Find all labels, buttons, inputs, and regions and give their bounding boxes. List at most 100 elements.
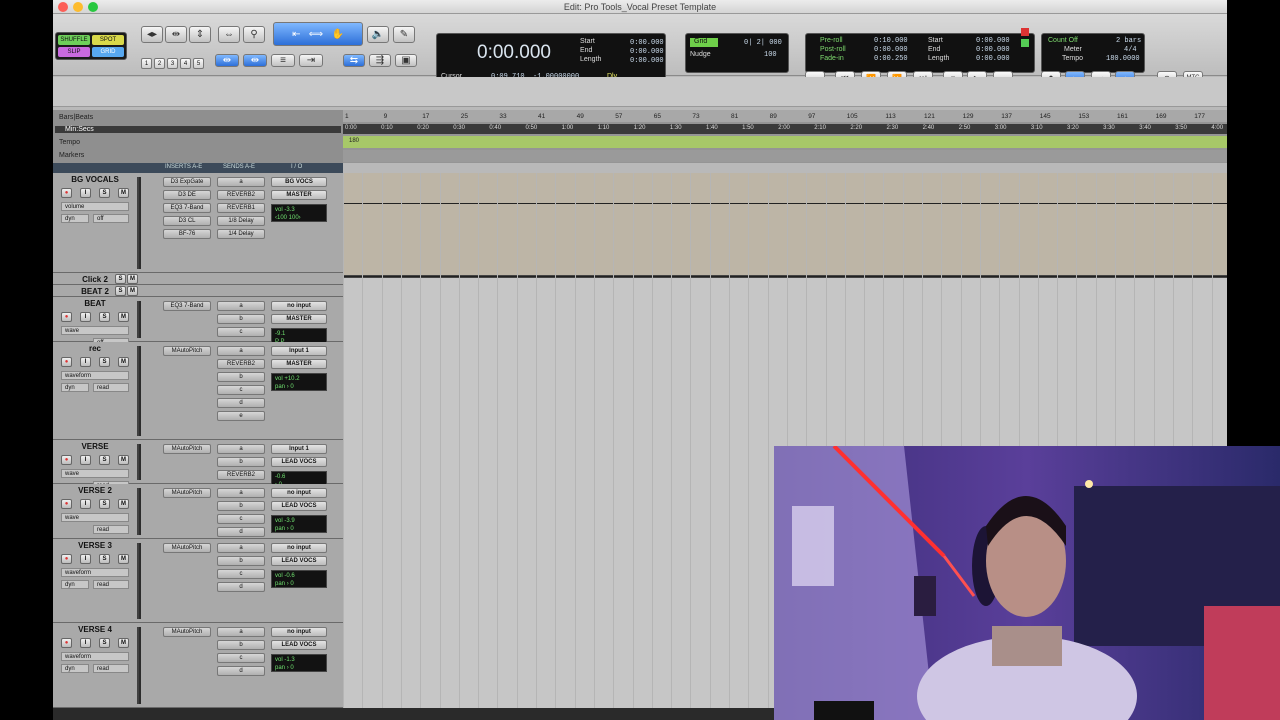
volume-pan-display[interactable]: vol -3.9 pan › 0 bbox=[271, 515, 327, 533]
volume-pan-display[interactable]: vol -0.6 pan › 0 bbox=[271, 570, 327, 588]
mute-button[interactable]: M bbox=[118, 499, 129, 509]
pan-value[interactable]: › 0 bbox=[287, 526, 294, 532]
slip-mode-button[interactable]: SLIP bbox=[58, 47, 90, 57]
dyn-selector[interactable]: dyn bbox=[61, 214, 89, 223]
send-slot[interactable]: c bbox=[217, 514, 265, 524]
grid-label[interactable]: Grid bbox=[690, 38, 718, 47]
zoom-toggle-icon[interactable]: ⇔ bbox=[218, 26, 240, 43]
volume-value[interactable]: -1.3 bbox=[284, 657, 294, 663]
send-slot[interactable]: b bbox=[217, 501, 265, 511]
solo-button[interactable]: S bbox=[99, 357, 110, 367]
min-secs-ruler[interactable]: 0:00 0:10 0:20 0:30 0:40 0:50 1:00 1:10 1:20 1:30… bbox=[343, 124, 1227, 134]
input-monitor-button[interactable]: I bbox=[80, 357, 91, 367]
postroll-label[interactable]: Post-roll bbox=[820, 46, 846, 53]
record-enable-button[interactable]: ● bbox=[61, 312, 72, 322]
meter-value[interactable]: 4/4 bbox=[1124, 46, 1137, 54]
volume-automation-line[interactable] bbox=[343, 203, 1227, 204]
solo-button[interactable]: S bbox=[99, 554, 110, 564]
send-slot[interactable]: c bbox=[217, 653, 265, 663]
postroll-value[interactable]: 0:00.000 bbox=[874, 46, 908, 54]
dyn-selector[interactable]: dyn bbox=[61, 664, 89, 673]
send-slot[interactable]: a bbox=[217, 444, 265, 454]
track-view-selector[interactable]: wave bbox=[61, 469, 129, 478]
automation-mode-selector[interactable]: read bbox=[93, 664, 129, 673]
send-slot[interactable]: c bbox=[217, 327, 265, 337]
grid-nudge-panel[interactable]: Grid 0| 2| 000 Nudge 100 bbox=[685, 33, 789, 73]
send-slot[interactable]: d bbox=[217, 582, 265, 592]
send-slot[interactable]: c bbox=[217, 385, 265, 395]
pan-value[interactable]: › 0 bbox=[287, 384, 294, 390]
send-slot[interactable]: REVERB2 bbox=[217, 359, 265, 369]
track-name[interactable]: rec bbox=[61, 344, 129, 355]
mute-button[interactable]: M bbox=[118, 312, 129, 322]
send-slot[interactable]: REVERB1 bbox=[217, 203, 265, 213]
min-secs-ruler-label[interactable]: Min:Secs bbox=[55, 126, 341, 133]
automation-mode-selector[interactable]: read bbox=[93, 580, 129, 589]
track-3[interactable]: BEAT 2SM bbox=[53, 285, 343, 297]
mute-button[interactable]: M bbox=[118, 554, 129, 564]
insert-slot[interactable]: D3 CL bbox=[163, 216, 211, 226]
dyn-selector[interactable]: dyn bbox=[61, 580, 89, 589]
track-9[interactable]: VERSE 4 ● I S Mwaveform read dyn MAutoPitch a b c d… bbox=[53, 623, 343, 708]
track-1[interactable]: BG VOCALS ● I S Mvolume off dyn D3 ExpGate D3 DE… bbox=[53, 173, 343, 273]
input-selector[interactable]: BG VOCS bbox=[271, 177, 327, 187]
record-enable-button[interactable]: ● bbox=[61, 499, 72, 509]
nudge-value[interactable]: 100 bbox=[764, 51, 777, 59]
send-slot[interactable]: b bbox=[217, 556, 265, 566]
volume-value[interactable]: -0.6 bbox=[284, 573, 294, 579]
fadein-label[interactable]: Fade-in bbox=[820, 55, 844, 62]
mute-button[interactable]: M bbox=[118, 188, 129, 198]
dyn-selector[interactable]: dyn bbox=[61, 383, 89, 392]
volume-value[interactable]: -3.9 bbox=[284, 518, 294, 524]
volume-value[interactable]: -3.3 bbox=[284, 207, 294, 213]
bars-beats-ruler[interactable]: 1 9 17 25 33 41 49 57 65 73 81 89 97 105 113 121 129 137 1… bbox=[343, 110, 1227, 122]
insertion-follows-icon[interactable]: ≡ bbox=[271, 54, 295, 67]
preroll-value[interactable]: 0:10.000 bbox=[874, 37, 908, 45]
output-selector[interactable]: MASTER bbox=[271, 190, 327, 200]
tempo-marker[interactable]: 180 bbox=[349, 138, 359, 144]
send-slot[interactable]: e bbox=[217, 411, 265, 421]
tab-to-transient-icon[interactable]: ⇥ bbox=[299, 54, 323, 67]
window-config-icon[interactable]: ▣ bbox=[395, 54, 417, 67]
insert-slot[interactable]: D3 ExpGate bbox=[163, 177, 211, 187]
edit-tools-group[interactable]: ⇤ ⟺ ✋ bbox=[273, 22, 363, 46]
insert-slot[interactable]: EQ3 7-Band bbox=[163, 301, 211, 311]
insert-slot[interactable]: MAutoPitch bbox=[163, 543, 211, 553]
zoom-preset-4[interactable]: 4 bbox=[180, 58, 191, 69]
record-enable-button[interactable]: ● bbox=[61, 455, 72, 465]
output-selector[interactable]: MASTER bbox=[271, 314, 327, 324]
speaker-icon[interactable]: 🔈 bbox=[367, 26, 389, 43]
insert-slot[interactable]: MAutoPitch bbox=[163, 444, 211, 454]
track-view-selector[interactable]: wave bbox=[61, 513, 129, 522]
input-monitor-button[interactable]: I bbox=[80, 499, 91, 509]
solo-button[interactable]: S bbox=[99, 499, 110, 509]
grid-mode-button[interactable]: GRID bbox=[92, 47, 124, 57]
send-slot[interactable]: a bbox=[217, 346, 265, 356]
solo-button[interactable]: S bbox=[99, 312, 110, 322]
input-monitor-button[interactable]: I bbox=[80, 638, 91, 648]
zoomer-tool-icon[interactable]: ⚲ bbox=[243, 26, 265, 43]
input-selector[interactable]: no input bbox=[271, 488, 327, 498]
send-slot[interactable]: c bbox=[217, 569, 265, 579]
zoom-vertical-icon[interactable]: ⇕ bbox=[189, 26, 211, 43]
send-slot[interactable]: d bbox=[217, 398, 265, 408]
tempo-ruler-label[interactable]: Tempo bbox=[59, 139, 80, 146]
insert-slot[interactable]: MAutoPitch bbox=[163, 488, 211, 498]
volume-value[interactable]: -0.6 bbox=[275, 474, 285, 480]
pan-value[interactable]: › 0 bbox=[287, 581, 294, 587]
main-counter[interactable]: 0:00.000 Start 0:00.000 End 0:00.000 Len… bbox=[436, 33, 666, 83]
zoom-preset-5[interactable]: 5 bbox=[193, 58, 204, 69]
input-monitor-button[interactable]: I bbox=[80, 188, 91, 198]
keyboard-focus-icon[interactable]: ⇶ bbox=[369, 54, 391, 67]
timeline-rulers[interactable]: 1 9 17 25 33 41 49 57 65 73 81 89 97 105 113 121 129 137 1… bbox=[343, 110, 1227, 163]
volume-pan-display[interactable]: vol -3.3 ‹100 100› bbox=[271, 204, 327, 222]
insert-slot[interactable]: BF-76 bbox=[163, 229, 211, 239]
input-selector[interactable]: no input bbox=[271, 543, 327, 553]
record-enable-button[interactable]: ● bbox=[61, 357, 72, 367]
preroll-label[interactable]: Pre-roll bbox=[820, 37, 843, 44]
send-slot[interactable]: d bbox=[217, 527, 265, 537]
send-slot[interactable]: a bbox=[217, 488, 265, 498]
send-slot[interactable]: 1/4 Delay bbox=[217, 229, 265, 239]
pan-value[interactable]: › 0 bbox=[287, 665, 294, 671]
record-enable-button[interactable]: ● bbox=[61, 554, 72, 564]
